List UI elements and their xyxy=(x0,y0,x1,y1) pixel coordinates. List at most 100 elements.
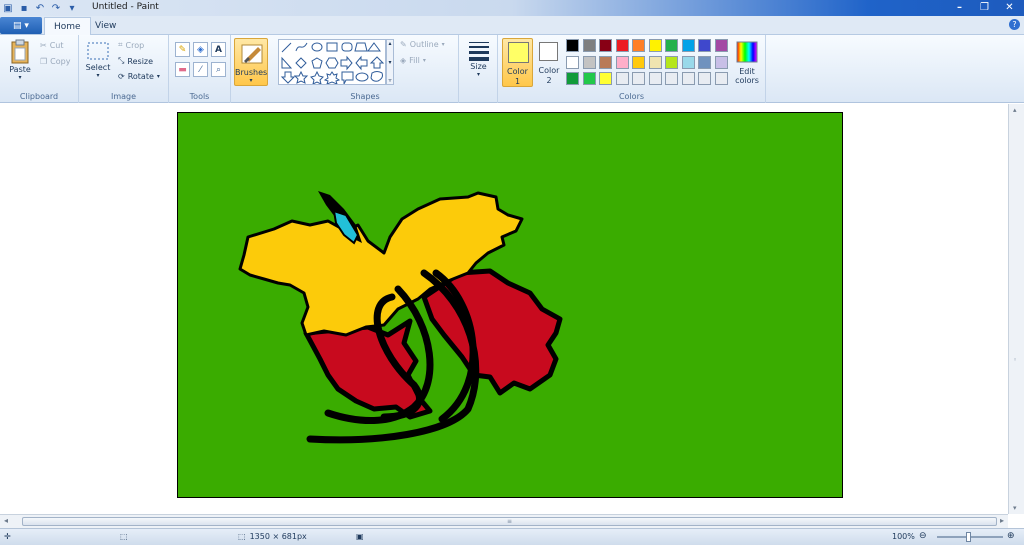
palette-color-swatch[interactable] xyxy=(681,39,695,52)
copy-button[interactable]: ❐ Copy xyxy=(40,57,70,66)
maximize-button[interactable]: ❐ xyxy=(972,0,997,15)
ribbon: Paste ▾ ✂ Cut ❐ Copy Clipboard Select ▾ … xyxy=(0,35,1024,103)
zoom-in-icon[interactable]: ⊕ xyxy=(1007,531,1015,541)
size-button[interactable]: Size ▾ xyxy=(465,40,492,78)
palette-color-swatch[interactable] xyxy=(599,55,612,69)
scissors-icon: ✂ xyxy=(40,41,47,50)
palette-color-swatch[interactable] xyxy=(632,72,645,85)
color1-swatch xyxy=(508,42,529,63)
zoom-out-icon[interactable]: ⊖ xyxy=(919,531,927,541)
pencil-icon[interactable]: ✎ xyxy=(175,42,190,57)
diamond-shape-icon xyxy=(295,57,307,69)
palette-color-swatch[interactable] xyxy=(665,72,678,85)
save-icon[interactable]: ▪ xyxy=(18,2,30,14)
edit-colors-button[interactable]: Edit colors xyxy=(733,39,761,89)
right-triangle-shape-icon xyxy=(281,56,293,69)
oval-shape-icon xyxy=(311,42,323,52)
customize-qat-icon[interactable]: ▾ xyxy=(66,2,78,14)
color1-button[interactable]: Color 1 xyxy=(502,38,533,87)
palette-color-swatch[interactable] xyxy=(582,72,596,85)
brushes-dropdown-icon: ▾ xyxy=(249,77,253,84)
rounded-rectangle-shape-icon xyxy=(341,42,353,52)
minimize-button[interactable]: – xyxy=(947,0,972,15)
color1-number: 1 xyxy=(514,77,521,86)
select-dropdown-icon: ▾ xyxy=(96,72,100,79)
horizontal-scrollbar[interactable]: ◂ ≡ ▸ xyxy=(0,514,1008,528)
palette-color-swatch[interactable] xyxy=(615,39,629,52)
vertical-scroll-grip-icon[interactable]: ◦ xyxy=(1013,356,1017,364)
horizontal-scroll-thumb[interactable]: ≡ xyxy=(22,517,997,526)
palette-color-swatch[interactable] xyxy=(714,55,728,69)
paint-app-icon[interactable]: ▣ xyxy=(2,2,14,14)
palette-color-swatch[interactable] xyxy=(648,55,662,69)
resize-button[interactable]: ⤡ Resize xyxy=(118,56,153,66)
palette-color-swatch[interactable] xyxy=(599,72,612,85)
palette-color-swatch[interactable] xyxy=(599,39,612,52)
text-tool-icon[interactable]: A xyxy=(211,42,226,57)
disk-icon: ▣ xyxy=(356,532,364,541)
scroll-up-icon[interactable]: ▴ xyxy=(1013,106,1017,114)
close-button[interactable]: ✕ xyxy=(997,0,1022,15)
palette-color-swatch[interactable] xyxy=(566,72,579,85)
status-bar: ✛ ⬚ ⬚ 1350 × 681px ▣ 100% ⊖ ⊕ xyxy=(0,528,1024,545)
palette-color-swatch[interactable] xyxy=(615,72,629,85)
palette-color-swatch[interactable] xyxy=(714,72,728,85)
left-arrow-shape-icon xyxy=(355,55,368,71)
palette-color-swatch[interactable] xyxy=(681,72,695,85)
palette-color-swatch[interactable] xyxy=(698,72,711,85)
gallery-down-icon[interactable]: ▾ xyxy=(388,59,391,66)
shapes-group-label: Shapes xyxy=(350,92,380,101)
color-picker-icon[interactable]: ⁄ xyxy=(193,62,208,77)
gallery-more-icon[interactable]: ▿ xyxy=(388,77,391,84)
select-button[interactable]: Select ▾ xyxy=(85,41,111,79)
color2-number: 2 xyxy=(546,76,552,85)
redo-icon[interactable]: ↷ xyxy=(50,2,62,14)
palette-color-swatch[interactable] xyxy=(632,55,645,69)
rotate-button[interactable]: ⟳ Rotate ▾ xyxy=(118,72,160,81)
palette-color-swatch[interactable] xyxy=(648,72,662,85)
palette-color-swatch[interactable] xyxy=(582,39,596,52)
help-icon[interactable]: ? xyxy=(1009,19,1020,30)
palette-color-swatch[interactable] xyxy=(632,39,645,52)
cut-button[interactable]: ✂ Cut xyxy=(40,41,64,50)
hexagon-shape-icon xyxy=(325,57,339,69)
scroll-right-icon[interactable]: ▸ xyxy=(1000,516,1004,525)
magnifier-icon[interactable]: ⌕ xyxy=(211,62,226,77)
outline-button[interactable]: ✎ Outline ▾ xyxy=(400,40,445,49)
palette-color-swatch[interactable] xyxy=(648,39,662,52)
palette-color-swatch[interactable] xyxy=(698,39,711,52)
tab-view[interactable]: View xyxy=(86,17,125,35)
palette-color-swatch[interactable] xyxy=(566,55,579,69)
scroll-left-icon[interactable]: ◂ xyxy=(4,516,8,525)
brushes-button[interactable]: Brushes ▾ xyxy=(234,38,268,86)
shapes-gallery-scroll[interactable]: ▴ ▾ ▿ xyxy=(386,39,394,85)
fill-bucket-icon[interactable]: ◈ xyxy=(193,42,208,57)
undo-icon[interactable]: ↶ xyxy=(34,2,46,14)
palette-color-swatch[interactable] xyxy=(698,55,711,69)
eraser-icon[interactable]: ▬ xyxy=(175,62,190,77)
palette-color-swatch[interactable] xyxy=(681,55,695,69)
palette-color-swatch[interactable] xyxy=(714,39,728,52)
palette-color-swatch[interactable] xyxy=(665,55,678,69)
tab-home[interactable]: Home xyxy=(44,17,91,35)
paint-menu-button[interactable]: ▤ ▾ xyxy=(0,17,42,34)
palette-color-swatch[interactable] xyxy=(615,55,629,69)
right-arrow-shape-icon xyxy=(340,55,353,71)
zoom-slider-thumb[interactable] xyxy=(966,532,971,542)
palette-color-swatch[interactable] xyxy=(665,39,678,52)
crop-label: Crop xyxy=(125,40,145,50)
palette-color-swatch[interactable] xyxy=(566,39,579,52)
drawing-canvas[interactable] xyxy=(177,112,843,498)
colors-group-label: Colors xyxy=(618,92,645,101)
scroll-down-icon[interactable]: ▾ xyxy=(1013,504,1017,512)
paste-button[interactable]: Paste ▾ xyxy=(6,39,34,81)
palette-color-swatch[interactable] xyxy=(582,55,596,69)
tools-group-label: Tools xyxy=(189,92,210,101)
paste-label: Paste xyxy=(9,65,31,74)
crop-button[interactable]: ⌗ Crop xyxy=(118,40,144,50)
gallery-up-icon[interactable]: ▴ xyxy=(388,40,391,47)
color2-button[interactable]: Color 2 xyxy=(536,38,562,87)
rotate-label: Rotate xyxy=(127,72,154,81)
fill-button[interactable]: ◈ Fill ▾ xyxy=(400,56,426,65)
vertical-scrollbar[interactable]: ▴ ◦ ▾ xyxy=(1008,104,1024,514)
